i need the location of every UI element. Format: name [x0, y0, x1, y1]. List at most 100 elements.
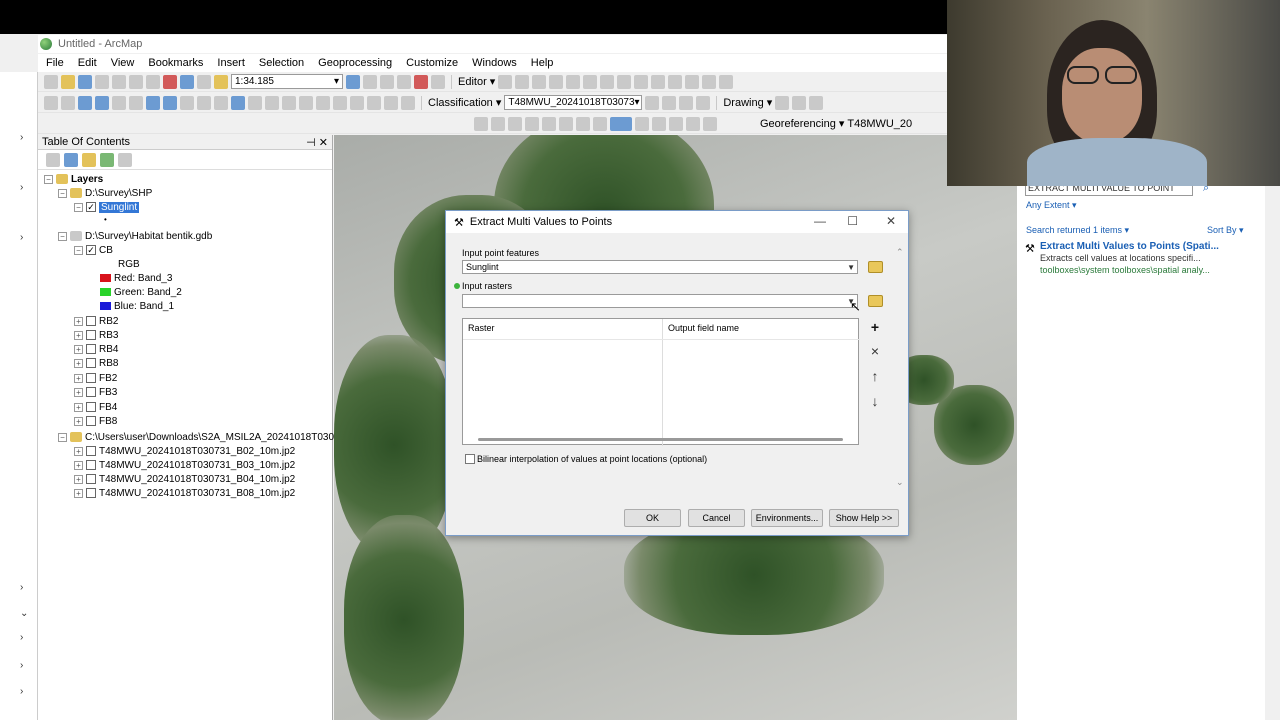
- layer-visibility-checkbox[interactable]: ✓: [86, 245, 96, 255]
- layer-jp2[interactable]: + T48MWU_20241018T030731_B03_10m.jp2: [74, 458, 295, 472]
- toolbar-icon[interactable]: [702, 74, 717, 89]
- cancel-button[interactable]: Cancel: [688, 509, 745, 527]
- toolbar-icon[interactable]: [380, 74, 394, 89]
- layer-raster[interactable]: + FB2: [74, 371, 117, 385]
- group-downloads[interactable]: − C:\Users\user\Downloads\S2A_MSIL2A_202…: [58, 430, 356, 444]
- toolbar-icon[interactable]: [431, 74, 445, 89]
- toolbar-icon[interactable]: [617, 74, 632, 89]
- browse-folder-icon[interactable]: [868, 261, 883, 273]
- toolbar-icon[interactable]: [299, 95, 313, 110]
- maximize-icon[interactable]: ☐: [847, 214, 858, 228]
- layer-combo[interactable]: T48MWU_20241018T03073 ▾: [504, 95, 643, 110]
- scale-combo[interactable]: 1:34.185 ▾: [231, 74, 343, 89]
- horizontal-scrollbar[interactable]: [478, 438, 843, 441]
- move-up-icon[interactable]: ↑: [867, 368, 883, 384]
- fixed-zoom-in-icon[interactable]: [112, 95, 126, 110]
- toolbar-icon[interactable]: [668, 74, 683, 89]
- zoom-out-icon[interactable]: [61, 95, 75, 110]
- toolbar-icon[interactable]: [775, 95, 790, 110]
- toolbar-icon[interactable]: [662, 95, 677, 110]
- group-shp[interactable]: − D:\Survey\SHP: [58, 186, 152, 200]
- toolbar-icon[interactable]: [542, 116, 556, 131]
- back-icon[interactable]: [146, 95, 160, 110]
- layer-raster[interactable]: + RB8: [74, 356, 118, 370]
- input-rasters-dropdown[interactable]: ▼: [462, 294, 858, 308]
- chevron-down-icon[interactable]: ⌄: [20, 608, 28, 619]
- chevron-right-icon[interactable]: ›: [20, 686, 23, 697]
- menu-customize[interactable]: Customize: [406, 57, 458, 69]
- zoom-in-icon[interactable]: [44, 95, 58, 110]
- toolbar-icon[interactable]: [576, 116, 590, 131]
- toolbar-icon[interactable]: [719, 74, 734, 89]
- toolbar-icon[interactable]: [491, 116, 505, 131]
- chevron-right-icon[interactable]: ›: [20, 132, 23, 143]
- cut-icon[interactable]: [112, 74, 126, 89]
- find-icon[interactable]: [248, 95, 262, 110]
- toolbar-icon[interactable]: [333, 95, 347, 110]
- toolbar-icon[interactable]: [367, 95, 381, 110]
- toolbar-icon[interactable]: [508, 116, 522, 131]
- group-gdb[interactable]: − D:\Survey\Habitat bentik.gdb: [58, 229, 212, 243]
- menu-file[interactable]: File: [46, 57, 64, 69]
- layer-raster[interactable]: + RB3: [74, 328, 118, 342]
- redo-icon[interactable]: [197, 74, 211, 89]
- layer-cb[interactable]: − ✓ CB: [74, 243, 113, 257]
- select-elements-icon[interactable]: [214, 95, 228, 110]
- drawing-menu[interactable]: Drawing: [723, 97, 763, 109]
- extent-dropdown[interactable]: Any Extent ▾: [1026, 200, 1077, 211]
- menu-bookmarks[interactable]: Bookmarks: [148, 57, 203, 69]
- menu-edit[interactable]: Edit: [78, 57, 97, 69]
- save-icon[interactable]: [78, 74, 92, 89]
- sort-by-dropdown[interactable]: Sort By ▾: [1207, 225, 1244, 236]
- clear-selection-icon[interactable]: [197, 95, 211, 110]
- toolbar-icon[interactable]: [316, 95, 330, 110]
- column-header-output[interactable]: Output field name: [668, 323, 739, 333]
- scroll-down-icon[interactable]: ⌄: [896, 477, 904, 488]
- toolbar-icon[interactable]: [635, 116, 649, 131]
- toolbar-icon[interactable]: [593, 116, 607, 131]
- list-by-visibility-icon[interactable]: [82, 152, 96, 167]
- classification-menu[interactable]: Classification: [428, 97, 493, 109]
- layer-raster[interactable]: + FB3: [74, 385, 117, 399]
- toolbar-icon[interactable]: [600, 74, 615, 89]
- close-icon[interactable]: ✕: [319, 137, 328, 149]
- list-by-source-icon[interactable]: [64, 152, 78, 167]
- toolbar-icon[interactable]: [583, 74, 598, 89]
- move-down-icon[interactable]: ↓: [867, 393, 883, 409]
- input-points-dropdown[interactable]: Sunglint ▼: [462, 260, 858, 274]
- toolbar-icon[interactable]: [384, 95, 398, 110]
- menu-insert[interactable]: Insert: [217, 57, 245, 69]
- toolbar-icon[interactable]: [809, 95, 824, 110]
- menu-selection[interactable]: Selection: [259, 57, 304, 69]
- layer-jp2[interactable]: + T48MWU_20241018T030731_B08_10m.jp2: [74, 486, 295, 500]
- color-swatch-icon[interactable]: [610, 116, 632, 131]
- editor-menu[interactable]: Editor: [458, 76, 487, 88]
- toolbar-icon[interactable]: [525, 116, 539, 131]
- toolbar-icon[interactable]: [397, 74, 411, 89]
- toolbar-icon[interactable]: [696, 95, 711, 110]
- copy-icon[interactable]: [129, 74, 143, 89]
- minimize-icon[interactable]: —: [814, 214, 826, 228]
- environments-button[interactable]: Environments...: [751, 509, 823, 527]
- pin-icon[interactable]: ⊣: [306, 137, 319, 149]
- browse-folder-icon[interactable]: [868, 295, 883, 307]
- list-by-drawing-order-icon[interactable]: [46, 152, 60, 167]
- toolbar-icon[interactable]: [350, 95, 364, 110]
- toolbar-icon[interactable]: [686, 116, 700, 131]
- layer-raster[interactable]: + FB4: [74, 400, 117, 414]
- layer-visibility-checkbox[interactable]: ✓: [86, 202, 96, 212]
- open-icon[interactable]: [61, 74, 75, 89]
- toolbar-icon[interactable]: [282, 95, 296, 110]
- layer-jp2[interactable]: + T48MWU_20241018T030731_B02_10m.jp2: [74, 444, 295, 458]
- column-header-raster[interactable]: Raster: [468, 323, 495, 333]
- toolbar-icon[interactable]: [515, 74, 530, 89]
- toolbar-icon[interactable]: [679, 95, 694, 110]
- options-icon[interactable]: [118, 152, 132, 167]
- delete-icon[interactable]: [163, 74, 177, 89]
- layer-raster[interactable]: + RB4: [74, 342, 118, 356]
- toolbar-icon[interactable]: [474, 116, 488, 131]
- toolbar-icon[interactable]: [401, 95, 415, 110]
- menu-geoprocessing[interactable]: Geoprocessing: [318, 57, 392, 69]
- toolbar-icon[interactable]: [363, 74, 377, 89]
- menu-help[interactable]: Help: [531, 57, 554, 69]
